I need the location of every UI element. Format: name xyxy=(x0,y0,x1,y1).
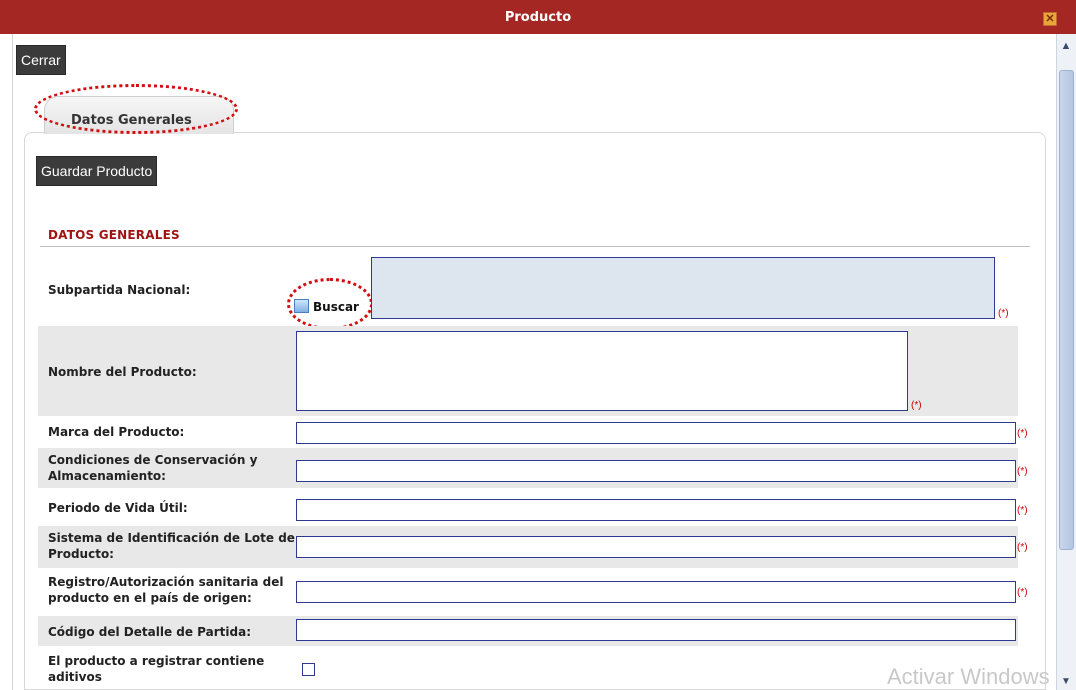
additives-checkbox[interactable] xyxy=(302,663,315,676)
field-label: Registro/Autorización sanitaria del prod… xyxy=(48,575,284,605)
window-titlebar: Producto ✕ xyxy=(0,0,1076,34)
field-label: Código del Detalle de Partida: xyxy=(48,625,251,639)
storage-conditions-input[interactable] xyxy=(296,460,1016,482)
field-label: Subpartida Nacional: xyxy=(48,283,191,297)
field-label: El producto a registrar contiene aditivo… xyxy=(48,654,265,684)
brand-input[interactable] xyxy=(296,422,1016,444)
required-marker: (*) xyxy=(1017,466,1028,477)
field-label: Nombre del Producto: xyxy=(48,365,197,379)
field-label: Sistema de Identificación de Lote de Pro… xyxy=(48,531,295,561)
window-title: Producto xyxy=(504,10,572,25)
save-product-button[interactable]: Guardar Producto xyxy=(36,156,158,186)
shelf-life-input[interactable] xyxy=(296,499,1016,521)
form-row-aditivos: El producto a registrar contiene aditivo… xyxy=(38,648,1018,690)
scroll-thumb[interactable] xyxy=(1059,70,1074,550)
required-marker: (*) xyxy=(1017,428,1028,439)
close-icon[interactable]: ✕ xyxy=(1043,12,1057,26)
section-title: DATOS GENERALES xyxy=(48,228,180,242)
close-button[interactable]: Cerrar xyxy=(16,45,66,75)
section-divider xyxy=(40,246,1030,247)
search-highlight-ellipse xyxy=(287,278,373,330)
lot-id-system-input[interactable] xyxy=(296,536,1016,558)
product-name-textarea[interactable] xyxy=(296,331,908,411)
required-marker: (*) xyxy=(1017,542,1028,553)
detail-code-input[interactable] xyxy=(296,619,1016,641)
left-frame xyxy=(0,34,13,690)
subpartida-input[interactable] xyxy=(371,257,995,319)
required-marker: (*) xyxy=(1017,587,1028,598)
scroll-down-arrow[interactable]: ▼ xyxy=(1058,674,1074,690)
vertical-scrollbar[interactable]: ▲ ▼ xyxy=(1056,34,1076,690)
required-marker: (*) xyxy=(1017,505,1028,516)
required-marker: (*) xyxy=(998,308,1009,319)
required-marker: (*) xyxy=(911,400,922,411)
field-label: Periodo de Vida Útil: xyxy=(48,501,188,515)
tab-highlight-ellipse xyxy=(34,84,238,134)
scroll-up-arrow[interactable]: ▲ xyxy=(1058,38,1074,54)
sanitary-registration-input[interactable] xyxy=(296,581,1016,603)
field-label: Marca del Producto: xyxy=(48,425,185,439)
field-label: Condiciones de Conservación y Almacenami… xyxy=(48,453,258,483)
activation-watermark: Activar Windows xyxy=(887,664,1050,689)
